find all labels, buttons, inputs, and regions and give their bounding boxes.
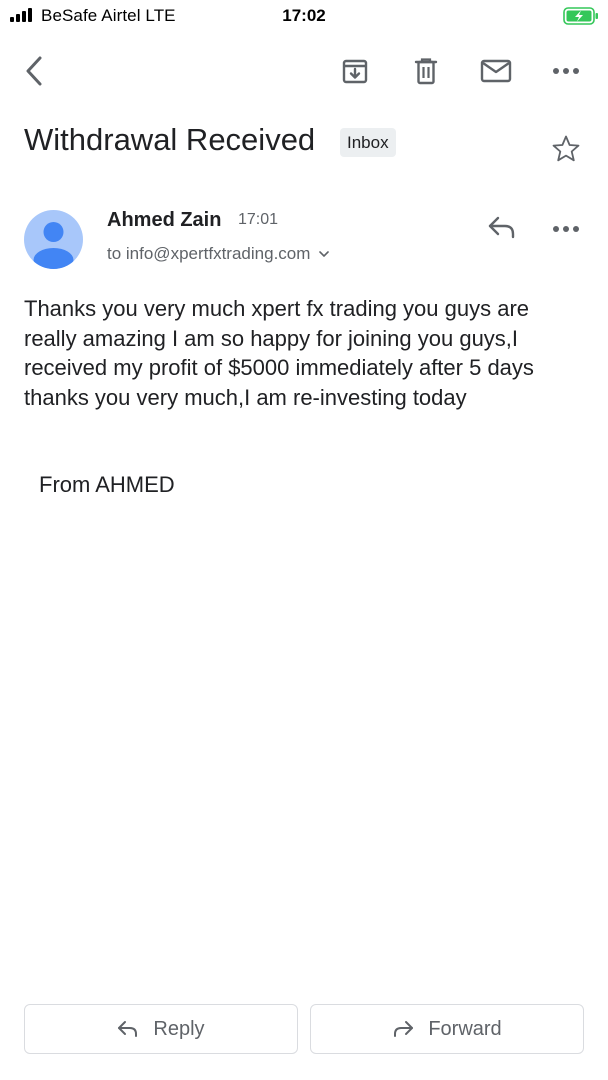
forward-button[interactable]: Forward — [310, 1004, 584, 1054]
status-bar: BeSafe Airtel LTE 17:02 — [0, 0, 608, 32]
person-icon — [33, 222, 74, 269]
back-button[interactable] — [17, 54, 51, 88]
star-button[interactable] — [549, 132, 583, 166]
reply-button[interactable]: Reply — [24, 1004, 298, 1054]
message-more-button[interactable] — [549, 212, 583, 246]
delete-button[interactable] — [409, 54, 443, 88]
reply-icon — [118, 1021, 138, 1037]
more-options-button[interactable] — [549, 54, 583, 88]
envelope-icon — [480, 59, 512, 83]
quick-reply-button[interactable] — [484, 212, 520, 242]
more-horizontal-icon — [553, 226, 579, 232]
status-clock: 17:02 — [282, 6, 326, 25]
sender-name[interactable]: Ahmed Zain — [107, 209, 221, 232]
sender-avatar[interactable] — [24, 210, 83, 269]
archive-icon — [342, 59, 368, 84]
forward-icon — [394, 1021, 414, 1037]
message-signature: From AHMED — [39, 472, 175, 497]
chevron-left-icon — [26, 56, 42, 86]
reply-icon — [488, 216, 515, 239]
chevron-down-icon — [319, 251, 330, 257]
mark-unread-button[interactable] — [479, 54, 513, 88]
archive-button[interactable] — [338, 54, 372, 88]
reply-button-label: Reply — [153, 1017, 205, 1040]
email-subject: Withdrawal Received — [24, 122, 316, 157]
message-body: Thanks you very much xpert fx trading yo… — [24, 296, 534, 410]
forward-button-label: Forward — [428, 1017, 502, 1040]
inbox-label-chip[interactable]: Inbox — [340, 128, 396, 157]
battery-charging-icon — [563, 7, 598, 25]
recipient-text: to info@xpertfxtrading.com — [107, 244, 311, 263]
recipient-details-toggle[interactable]: to info@xpertfxtrading.com — [107, 244, 330, 264]
star-icon — [552, 135, 580, 162]
sent-time: 17:01 — [238, 211, 279, 228]
trash-icon — [414, 58, 438, 85]
more-horizontal-icon — [553, 68, 579, 74]
